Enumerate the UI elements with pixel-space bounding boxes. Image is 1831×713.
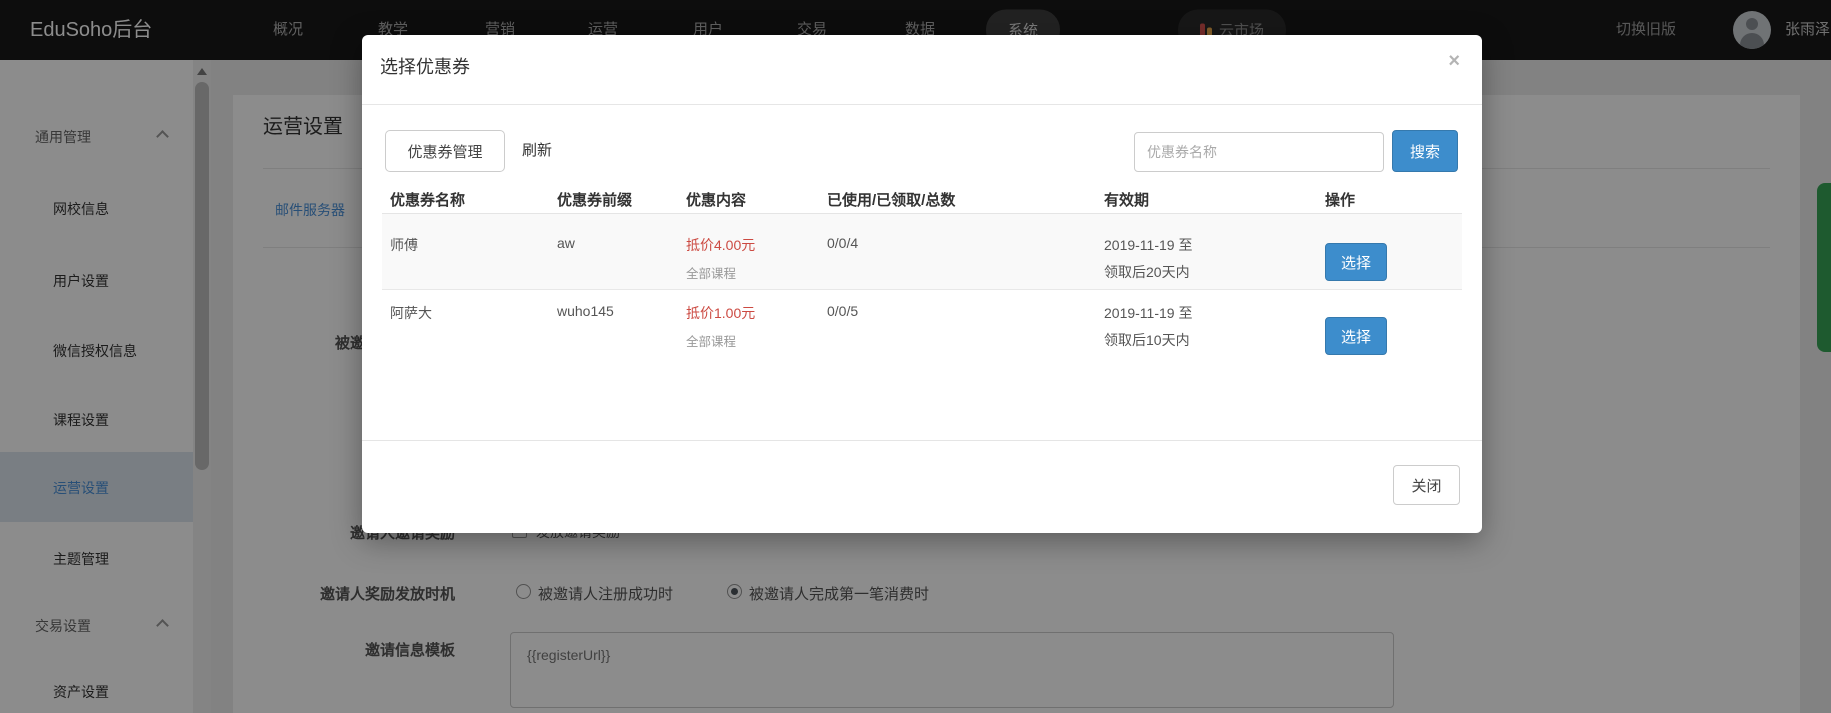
table-row [382, 214, 1462, 289]
coupon-validity-line2: 领取后20天内 [1104, 262, 1190, 282]
coupon-name: 师傅 [390, 235, 418, 255]
coupon-name: 阿萨大 [390, 303, 432, 323]
divider [382, 289, 1462, 290]
modal-close-button[interactable]: 关闭 [1393, 465, 1460, 505]
select-coupon-button[interactable]: 选择 [1325, 317, 1387, 355]
coupon-content: 抵价1.00元 [686, 303, 755, 323]
coupon-prefix: wuho145 [557, 303, 614, 319]
select-coupon-modal: 选择优惠券 × 优惠券管理 刷新 搜索 优惠券名称 优惠券前缀 优惠内容 已使用… [362, 35, 1482, 533]
coupon-validity-line1: 2019-11-19 至 [1104, 235, 1192, 255]
coupon-manage-button[interactable]: 优惠券管理 [385, 130, 505, 172]
coupon-scope: 全部课程 [686, 331, 736, 350]
col-header-prefix: 优惠券前缀 [557, 189, 632, 210]
coupon-validity-line1: 2019-11-19 至 [1104, 303, 1192, 323]
col-header-action: 操作 [1325, 189, 1355, 210]
select-coupon-button[interactable]: 选择 [1325, 243, 1387, 281]
coupon-search-input[interactable] [1134, 132, 1384, 172]
col-header-content: 优惠内容 [686, 189, 746, 210]
refresh-button[interactable]: 刷新 [522, 139, 552, 160]
coupon-usage: 0/0/5 [827, 303, 858, 319]
coupon-validity-line2: 领取后10天内 [1104, 330, 1190, 350]
divider [362, 104, 1482, 105]
divider [362, 440, 1482, 441]
close-icon[interactable]: × [1448, 51, 1460, 71]
coupon-usage: 0/0/4 [827, 235, 858, 251]
coupon-prefix: aw [557, 235, 575, 251]
col-header-validity: 有效期 [1104, 189, 1149, 210]
col-header-usage: 已使用/已领取/总数 [827, 189, 955, 210]
coupon-content: 抵价4.00元 [686, 235, 755, 255]
search-button[interactable]: 搜索 [1392, 130, 1458, 172]
modal-title: 选择优惠券 [380, 53, 470, 79]
col-header-name: 优惠券名称 [390, 189, 465, 210]
coupon-scope: 全部课程 [686, 263, 736, 282]
